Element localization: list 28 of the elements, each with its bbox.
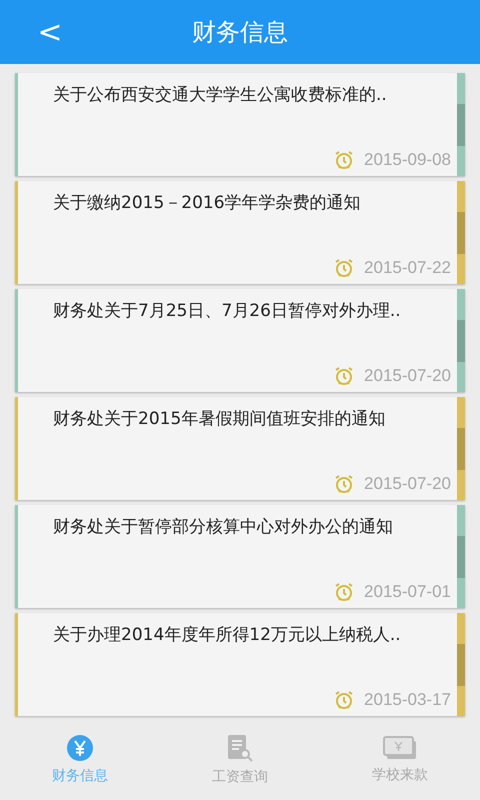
alarm-clock-icon [334, 582, 354, 602]
notice-date: 2015-07-22 [364, 258, 451, 278]
notice-date: 2015-07-20 [364, 474, 451, 494]
notice-card[interactable]: 关于公布西安交通大学学生公寓收费标准的.. 2015-09-08 [15, 73, 465, 176]
notice-date: 2015-09-08 [364, 150, 451, 170]
alarm-clock-icon [334, 258, 354, 278]
alarm-clock-icon [334, 474, 354, 494]
notice-card[interactable]: 关于缴纳2015－2016学年学杂费的通知 2015-07-22 [15, 181, 465, 284]
notice-title: 关于公布西安交通大学学生公寓收费标准的.. [53, 84, 388, 106]
notice-card[interactable]: 财务处关于2015年暑假期间值班安排的通知 2015-07-20 [15, 397, 465, 500]
notice-card[interactable]: 关于办理2014年度年所得12万元以上纳税人.. 2015-03-17 [15, 613, 465, 716]
notice-title: 关于缴纳2015－2016学年学杂费的通知 [53, 192, 362, 214]
alarm-clock-icon [334, 690, 354, 710]
page-title: 财务信息 [192, 17, 288, 48]
notice-title: 财务处关于7月25日、7月26日暂停对外办理.. [53, 300, 402, 322]
notice-title: 关于办理2014年度年所得12万元以上纳税人.. [53, 624, 402, 646]
notice-card[interactable]: 财务处关于7月25日、7月26日暂停对外办理.. 2015-07-20 [15, 289, 465, 392]
yen-icon [67, 735, 93, 761]
notice-title: 财务处关于暂停部分核算中心对外办公的通知 [53, 516, 394, 538]
alarm-clock-icon [334, 150, 354, 170]
notice-title: 财务处关于2015年暑假期间值班安排的通知 [53, 408, 386, 430]
notice-card[interactable]: 财务处关于暂停部分核算中心对外办公的通知 2015-07-01 [15, 505, 465, 608]
notice-date: 2015-07-01 [364, 582, 451, 602]
notice-date: 2015-07-20 [364, 366, 451, 386]
alarm-clock-icon [334, 366, 354, 386]
notice-date: 2015-03-17 [364, 690, 451, 710]
document-search-icon [227, 734, 253, 762]
banknote-icon [383, 736, 417, 760]
